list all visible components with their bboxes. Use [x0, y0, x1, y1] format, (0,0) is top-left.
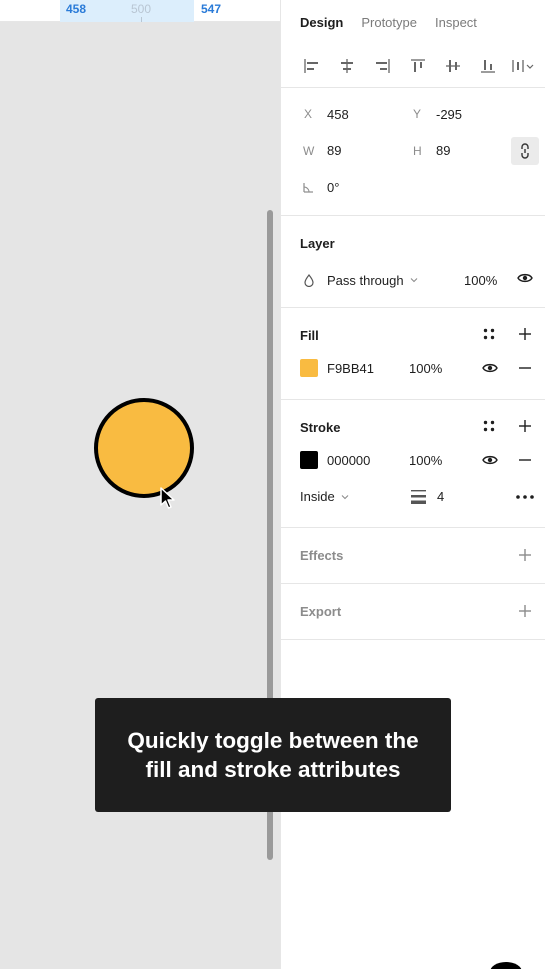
stroke-settings-row: Inside 4 — [281, 479, 545, 516]
top-ruler: 458 500 547 — [0, 0, 280, 22]
properties-panel: Design Prototype Inspect X 458 Y -295 W … — [280, 0, 545, 969]
ruler-end-label: 547 — [201, 2, 222, 16]
remove-stroke-minus-icon[interactable] — [519, 459, 531, 461]
remove-fill-minus-icon[interactable] — [519, 367, 531, 369]
chevron-down-icon — [410, 278, 417, 283]
effects-title-label: Effects — [300, 548, 344, 563]
alignment-toolbar — [281, 44, 545, 88]
add-export-plus-icon[interactable] — [519, 605, 531, 617]
blend-mode-select[interactable]: Pass through — [327, 273, 418, 288]
stroke-weight-input[interactable]: 4 — [437, 489, 444, 504]
fill-styles-grid-icon[interactable] — [483, 328, 495, 340]
rotation-icon — [303, 181, 314, 196]
size-row: W 89 H 89 — [281, 133, 545, 170]
align-horizontal-center-icon[interactable] — [334, 56, 360, 76]
stroke-position-value: Inside — [300, 489, 335, 505]
y-input[interactable]: -295 — [436, 107, 462, 122]
align-vertical-center-icon[interactable] — [440, 56, 466, 76]
stroke-opacity-input[interactable]: 100% — [409, 453, 442, 468]
ruler-tick — [141, 17, 142, 22]
ruler-mid-label: 500 — [131, 2, 152, 16]
tab-prototype[interactable]: Prototype — [361, 15, 417, 30]
stroke-section: Stroke 000000 100% Inside 4 — [281, 400, 545, 528]
layer-opacity-input[interactable]: 100% — [464, 273, 497, 288]
caption-text: Quickly toggle between the fill and stro… — [127, 728, 419, 782]
h-label: H — [413, 143, 422, 158]
panel-tabs: Design Prototype Inspect — [281, 0, 545, 44]
canvas[interactable]: 458 500 547 — [0, 0, 280, 969]
tutorial-caption: Quickly toggle between the fill and stro… — [95, 698, 451, 812]
distribute-icon[interactable] — [510, 56, 536, 76]
effects-title: Effects — [281, 528, 545, 583]
export-title: Export — [281, 584, 545, 639]
fill-hex-input[interactable]: F9BB41 — [327, 361, 374, 376]
add-effect-plus-icon[interactable] — [519, 549, 531, 561]
align-bottom-icon[interactable] — [475, 56, 501, 76]
chevron-down-icon — [341, 494, 349, 500]
rotation-input[interactable]: 0° — [327, 180, 339, 195]
layer-section: Layer Pass through 100% — [281, 216, 545, 308]
stroke-hex-input[interactable]: 000000 — [327, 453, 370, 468]
align-left-icon[interactable] — [299, 56, 325, 76]
y-label: Y — [413, 107, 422, 122]
fill-section: Fill F9BB41 100% — [281, 308, 545, 400]
stroke-styles-grid-icon[interactable] — [483, 420, 495, 432]
ruler-start-label: 458 — [66, 2, 87, 16]
geometry-section: X 458 Y -295 W 89 H 89 0° — [281, 88, 545, 216]
h-input[interactable]: 89 — [436, 143, 450, 158]
add-stroke-plus-icon[interactable] — [519, 420, 531, 432]
align-top-icon[interactable] — [404, 56, 430, 76]
layer-title: Layer — [300, 235, 335, 251]
stroke-color-row: 000000 100% — [281, 442, 545, 479]
blend-mode-value: Pass through — [327, 272, 404, 288]
fill-opacity-input[interactable]: 100% — [409, 361, 442, 376]
effects-section: Effects — [281, 528, 545, 584]
selected-circle-shape[interactable] — [94, 398, 194, 498]
stroke-position-select[interactable]: Inside — [300, 489, 349, 504]
w-input[interactable]: 89 — [327, 143, 341, 158]
export-title-label: Export — [300, 604, 342, 619]
fill-visibility-eye-icon[interactable] — [482, 362, 498, 374]
fill-row: F9BB41 100% — [281, 350, 545, 387]
tab-design[interactable]: Design — [300, 15, 343, 30]
fill-color-swatch[interactable] — [300, 359, 318, 377]
blend-mode-icon — [304, 274, 314, 290]
advanced-stroke-more-icon[interactable] — [516, 494, 534, 499]
export-section: Export — [281, 584, 545, 640]
align-right-icon[interactable] — [369, 56, 395, 76]
rotation-row: 0° — [281, 169, 545, 206]
x-label: X — [304, 107, 313, 122]
layer-visibility-eye-icon[interactable] — [517, 272, 533, 284]
layer-row: Pass through 100% — [281, 262, 545, 299]
constrain-proportions-icon[interactable] — [511, 136, 539, 165]
stroke-color-swatch[interactable] — [300, 451, 318, 469]
stroke-title-label: Stroke — [300, 419, 341, 435]
fill-title-label: Fill — [300, 327, 319, 343]
add-fill-plus-icon[interactable] — [519, 328, 531, 340]
stroke-visibility-eye-icon[interactable] — [482, 454, 498, 466]
position-row: X 458 Y -295 — [281, 96, 545, 133]
w-label: W — [303, 143, 315, 158]
stroke-weight-icon — [411, 489, 426, 507]
x-input[interactable]: 458 — [327, 107, 349, 122]
tab-inspect[interactable]: Inspect — [435, 15, 477, 30]
mouse-cursor-icon — [160, 487, 175, 509]
